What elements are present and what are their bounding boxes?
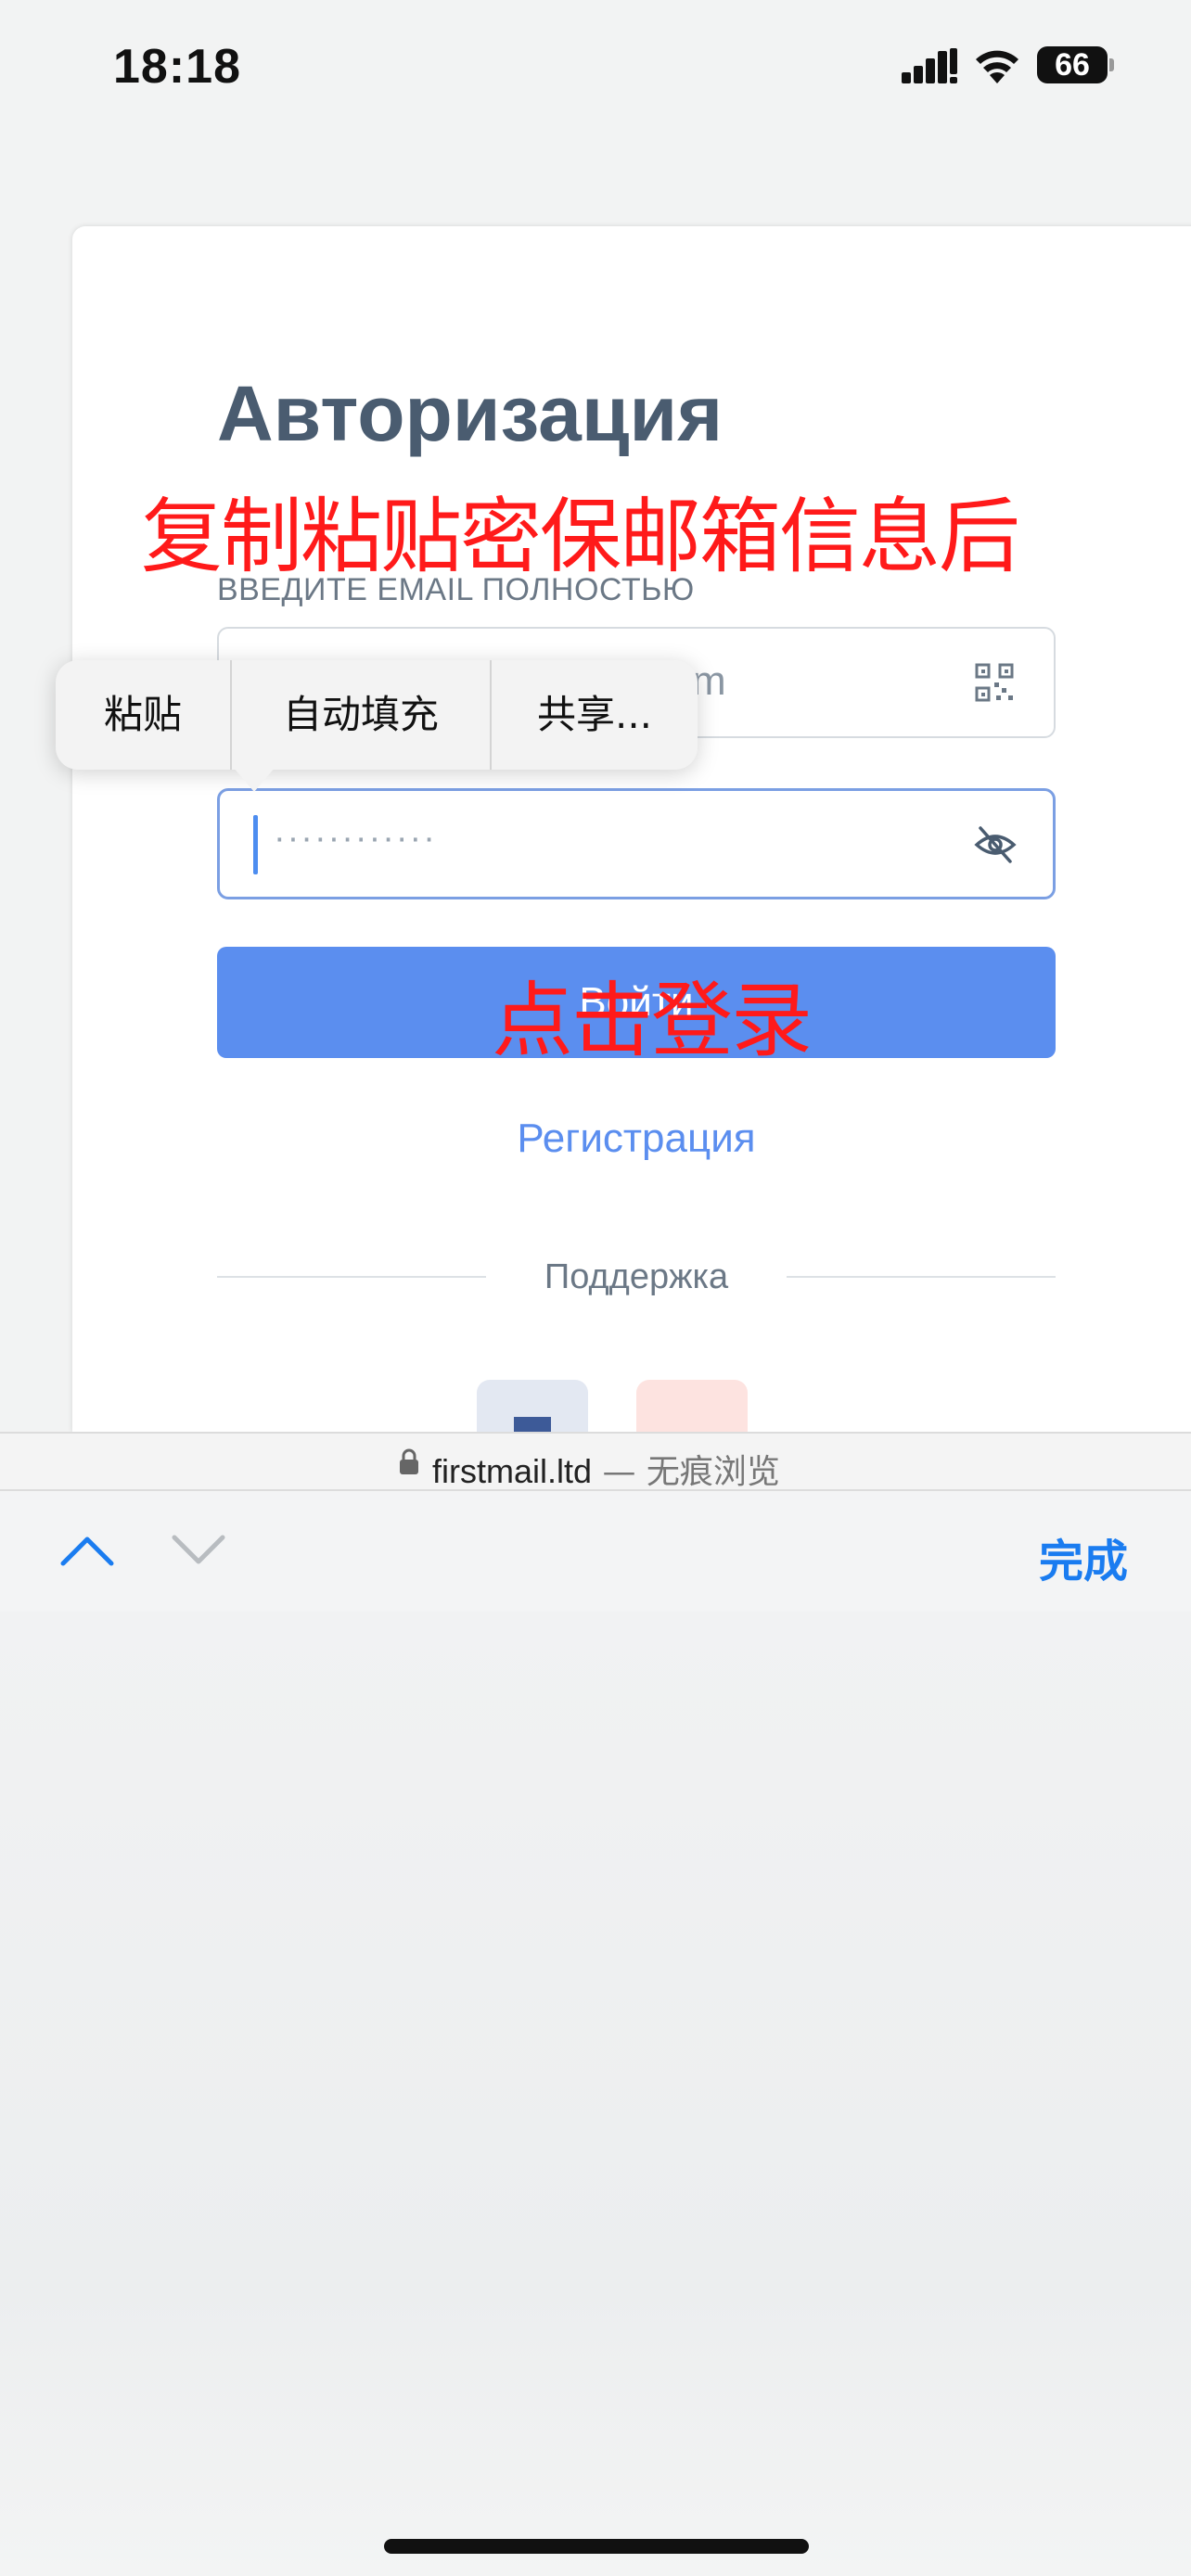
address-private-mode: — 无痕浏览 [592,1453,780,1491]
mail-icon [673,1415,711,1432]
register-link[interactable]: Регистрация [217,1116,1056,1162]
battery-cap [1109,58,1114,71]
password-mask: ············ [274,819,437,858]
menu-item-autofill[interactable]: 自动填充 [232,660,490,770]
annotation-copy-paste: 复制粘贴密保邮箱信息后 [141,489,1020,584]
lock-icon [400,1448,418,1474]
chevron-up-icon[interactable] [59,1534,115,1567]
edit-context-menu: 粘贴 自动填充 共享... [56,660,698,770]
address-domain: firstmail.ltd [432,1452,593,1490]
battery-indicator: 66 [1037,46,1114,83]
eye-off-icon[interactable] [973,824,1018,865]
qr-code-icon[interactable] [974,662,1015,703]
support-label: Поддержка [544,1257,729,1296]
battery-level: 66 [1055,47,1090,83]
status-bar: 18:18 66 [0,0,1191,139]
social-login-facebook[interactable] [477,1380,588,1432]
annotation-click-login: 点击登录 [492,973,813,1068]
address-bar[interactable]: firstmail.ltd — 无痕浏览 [0,1432,1191,1491]
home-indicator[interactable] [384,2539,809,2554]
status-time: 18:18 [113,40,241,94]
address-text: firstmail.ltd — 无痕浏览 [432,1445,780,1493]
signal-icon [902,48,957,83]
menu-item-share[interactable]: 共享... [492,660,698,770]
social-login-mail[interactable] [636,1380,748,1432]
wifi-icon [976,50,1018,83]
facebook-icon [514,1417,551,1432]
keyboard-area [0,1612,1191,2576]
password-input[interactable]: ············ [217,788,1056,899]
context-menu-arrow [234,768,275,792]
text-caret [253,815,258,874]
menu-item-paste[interactable]: 粘贴 [56,660,230,770]
keyboard-accessory-toolbar: 完成 [0,1491,1191,1612]
chevron-down-icon[interactable] [171,1534,226,1567]
done-button[interactable]: 完成 [1039,1524,1128,1589]
email-label: ВВЕДИТЕ EMAIL ПОЛНОСТЬЮ [217,572,695,607]
page-title: Авторизация [217,370,724,457]
